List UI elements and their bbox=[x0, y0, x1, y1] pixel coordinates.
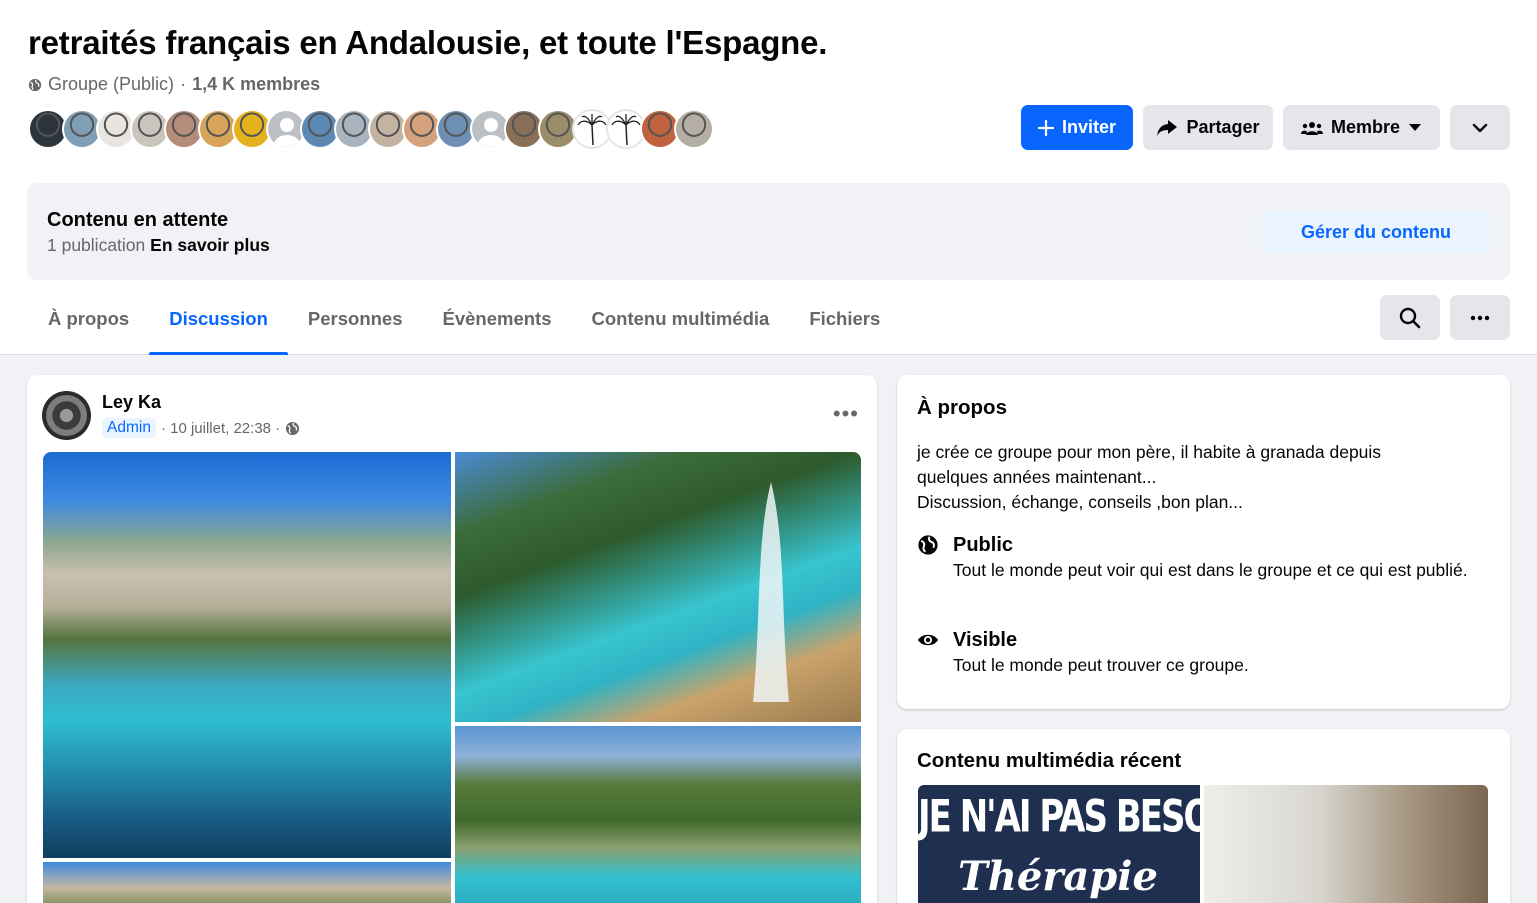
feed-post: Ley Ka Admin · 10 juillet, 22:38 · ••• bbox=[27, 375, 877, 903]
search-icon bbox=[1399, 307, 1421, 328]
globe-icon bbox=[918, 535, 938, 555]
people-icon bbox=[1300, 121, 1323, 135]
globe-icon bbox=[286, 421, 300, 435]
more-options-button[interactable] bbox=[1450, 105, 1510, 150]
pending-content-banner: Contenu en attente 1 publication En savo… bbox=[27, 183, 1510, 280]
post-photo-cliffs[interactable] bbox=[43, 862, 451, 903]
about-title: À propos bbox=[917, 396, 1007, 419]
tab-personnes[interactable]: Personnes bbox=[288, 296, 423, 355]
tab-evenements[interactable]: Évènements bbox=[423, 296, 572, 355]
caret-down-icon bbox=[1409, 123, 1422, 131]
about-description-line: Discussion, échange, conseils ,bon plan.… bbox=[917, 492, 1243, 512]
member-avatar[interactable] bbox=[674, 109, 714, 149]
group-title: retraités français en Andalousie, et tou… bbox=[28, 24, 828, 61]
post-date[interactable]: · 10 juillet, 22:38 · bbox=[161, 420, 280, 437]
chevron-down-icon bbox=[1472, 123, 1488, 132]
group-header: retraités français en Andalousie, et tou… bbox=[0, 0, 1537, 355]
member-button[interactable]: Membre bbox=[1283, 105, 1440, 150]
public-description: Tout le monde peut voir qui est dans le … bbox=[953, 560, 1468, 580]
pending-subtitle: 1 publication En savoir plus bbox=[47, 235, 270, 256]
about-description: je crée ce groupe pour mon père, il habi… bbox=[917, 440, 1477, 515]
tabs-more-button[interactable] bbox=[1450, 295, 1510, 340]
thumbnail-caption: JE N'AI PAS BESOIN DE bbox=[918, 791, 1200, 843]
group-privacy[interactable]: Groupe (Public) bbox=[48, 74, 174, 95]
plus-icon bbox=[1037, 119, 1054, 136]
public-label: Public bbox=[953, 534, 1014, 556]
tab-discussion[interactable]: Discussion bbox=[149, 296, 288, 355]
learn-more-link[interactable]: En savoir plus bbox=[150, 235, 270, 255]
member-label: Membre bbox=[1330, 117, 1401, 137]
about-card: À propos je crée ce groupe pour mon père… bbox=[897, 375, 1510, 709]
meta-separator: · bbox=[180, 74, 187, 94]
post-photo-lake[interactable] bbox=[43, 452, 451, 858]
admin-badge: Admin bbox=[102, 418, 156, 438]
invite-label: Inviter bbox=[1061, 117, 1117, 137]
pending-count: 1 publication bbox=[47, 235, 146, 255]
recent-media-title: Contenu multimédia récent bbox=[917, 749, 1182, 772]
about-visible-row: Visible Tout le monde peut trouver ce gr… bbox=[917, 627, 1473, 678]
member-avatars[interactable] bbox=[28, 109, 714, 151]
post-meta: Admin · 10 juillet, 22:38 · bbox=[102, 418, 300, 438]
recent-media-card: Contenu multimédia récent JE N'AI PAS BE… bbox=[897, 729, 1510, 903]
visible-description: Tout le monde peut trouver ce groupe. bbox=[953, 655, 1249, 675]
media-thumbnail[interactable] bbox=[1204, 785, 1488, 903]
tab-contenu-multimedia[interactable]: Contenu multimédia bbox=[572, 296, 790, 355]
author-avatar[interactable] bbox=[42, 391, 91, 440]
pending-title: Contenu en attente bbox=[47, 209, 229, 231]
visible-label: Visible bbox=[953, 629, 1018, 651]
share-icon bbox=[1157, 119, 1178, 136]
member-count[interactable]: 1,4 K membres bbox=[192, 74, 320, 95]
share-button[interactable]: Partager bbox=[1143, 105, 1273, 150]
invite-button[interactable]: Inviter bbox=[1021, 105, 1133, 150]
media-thumbnail[interactable]: JE N'AI PAS BESOIN DE Thérapie bbox=[918, 785, 1200, 903]
post-options-button[interactable]: ••• bbox=[833, 401, 859, 427]
tab-fichiers[interactable]: Fichiers bbox=[789, 296, 900, 355]
thumbnail-script: Thérapie bbox=[958, 853, 1158, 900]
globe-icon bbox=[28, 78, 42, 91]
post-photo-olive-pool[interactable] bbox=[455, 726, 861, 903]
ellipsis-icon bbox=[1470, 315, 1490, 320]
post-photo-fountain-pool[interactable] bbox=[455, 452, 861, 722]
about-public-row: Public Tout le monde peut voir qui est d… bbox=[917, 532, 1473, 583]
search-button[interactable] bbox=[1380, 295, 1440, 340]
fountain-shape bbox=[753, 482, 789, 702]
eye-icon bbox=[918, 634, 938, 646]
post-author[interactable]: Ley Ka bbox=[102, 392, 161, 413]
about-description-line: quelques années maintenant... bbox=[917, 467, 1157, 487]
group-tabs: À propos Discussion Personnes Évènements Con… bbox=[28, 296, 900, 355]
tab-a-propos[interactable]: À propos bbox=[28, 296, 149, 355]
share-label: Partager bbox=[1186, 117, 1260, 137]
manage-content-button[interactable]: Gérer du contenu bbox=[1262, 210, 1490, 254]
about-description-line: je crée ce groupe pour mon père, il habi… bbox=[917, 442, 1382, 462]
group-meta: Groupe (Public) · 1,4 K membres bbox=[28, 74, 320, 95]
